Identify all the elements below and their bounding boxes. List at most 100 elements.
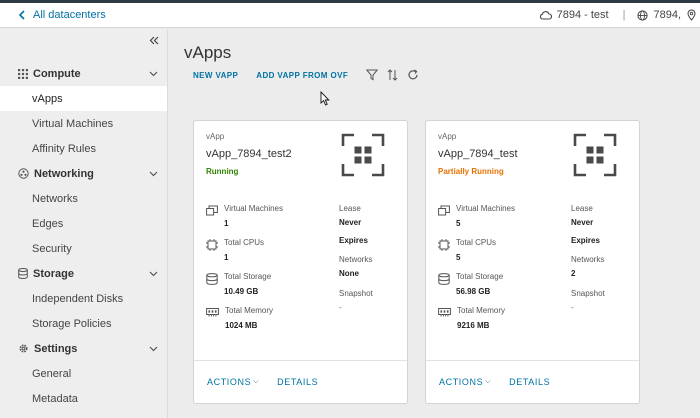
details-button[interactable]: DETAILS: [509, 377, 550, 387]
sidebar-item-networks[interactable]: Networks: [0, 186, 167, 211]
metric-total-memory: Total Memory 1024 MB: [206, 306, 273, 330]
sidebar-group-storage[interactable]: Storage: [0, 261, 167, 286]
refresh-icon: [408, 69, 418, 80]
location-pin-icon[interactable]: [687, 9, 696, 21]
filter-button[interactable]: [366, 69, 379, 81]
sidebar-group-compute[interactable]: Compute: [0, 61, 167, 86]
grid-icon: [18, 68, 28, 79]
toolbar: NEW VAPP ADD VAPP FROM OVF: [193, 67, 428, 83]
lease-value: Never: [571, 218, 594, 227]
org-selector[interactable]: 7894 - test: [539, 9, 609, 21]
sort-icon: [387, 69, 398, 81]
sidebar-item-general[interactable]: General: [0, 361, 167, 386]
main-content: vApps NEW VAPP ADD VAPP FROM OVF vApp vA…: [169, 29, 700, 418]
site-label: 7894,: [653, 9, 681, 21]
status-badge: Partially Running: [438, 167, 504, 176]
actions-dropdown[interactable]: ACTIONS ⌵: [207, 377, 259, 387]
lease-value: Never: [339, 218, 362, 227]
snapshot-label: Snapshot: [571, 289, 605, 298]
sidebar-item-security[interactable]: Security: [0, 236, 167, 261]
sort-button[interactable]: [387, 69, 398, 81]
networks-label: Networks: [339, 255, 373, 264]
collapse-sidebar-button[interactable]: [149, 33, 159, 48]
details-button[interactable]: DETAILS: [277, 377, 318, 387]
refresh-button[interactable]: [407, 69, 419, 81]
card-type: vApp: [206, 132, 225, 141]
metric-total-storage: Total Storage 10.49 GB: [206, 272, 271, 296]
snapshot-value: -: [571, 303, 574, 312]
metric-virtual-machines: Virtual Machines 1: [206, 204, 283, 228]
sidebar-item-virtual-machines[interactable]: Virtual Machines: [0, 111, 167, 136]
networks-value: 2: [571, 269, 576, 278]
storage-icon: [18, 268, 28, 279]
sidebar-item-independent-disks[interactable]: Independent Disks: [0, 286, 167, 311]
sidebar-group-settings[interactable]: Settings: [0, 336, 167, 361]
metric-total-storage: Total Storage 56.98 GB: [438, 272, 503, 296]
memory-icon: [206, 308, 219, 317]
chevron-left-icon: [18, 10, 25, 20]
sidebar-item-metadata[interactable]: Metadata: [0, 386, 167, 411]
double-chevron-left-icon: [149, 36, 159, 45]
org-label: 7894 - test: [556, 9, 609, 21]
metric-virtual-machines: Virtual Machines 5: [438, 204, 515, 228]
chevron-down-icon: [149, 271, 158, 276]
snapshot-label: Snapshot: [339, 289, 373, 298]
vapp-icon: [341, 133, 385, 177]
metric-total-cpus: Total CPUs 5: [438, 238, 496, 262]
storage-icon: [438, 273, 450, 285]
sidebar-item-storage-policies[interactable]: Storage Policies: [0, 311, 167, 336]
memory-icon: [438, 308, 451, 317]
expires-label: Expires: [571, 236, 600, 245]
filter-icon: [366, 69, 379, 81]
actions-dropdown[interactable]: ACTIONS ⌵: [439, 377, 491, 387]
back-to-datacenters-link[interactable]: All datacenters: [18, 9, 106, 21]
status-badge: Running: [206, 167, 239, 176]
metric-total-memory: Total Memory 9216 MB: [438, 306, 505, 330]
storage-icon: [206, 273, 218, 285]
chevron-down-icon: ⌵: [253, 378, 260, 385]
card-type: vApp: [438, 132, 457, 141]
chevron-down-icon: ⌵: [485, 378, 492, 385]
vapp-name: vApp_7894_test2: [206, 148, 292, 160]
new-vapp-button[interactable]: NEW VAPP: [193, 71, 238, 80]
sidebar-item-vapps[interactable]: vApps: [0, 86, 167, 111]
gear-icon: [19, 344, 28, 353]
lease-label: Lease: [571, 204, 593, 213]
snapshot-value: -: [339, 303, 342, 312]
card-footer: ACTIONS ⌵ DETAILS: [194, 360, 407, 403]
page-title: vApps: [184, 43, 232, 62]
networks-value: None: [339, 269, 359, 278]
networks-label: Networks: [571, 255, 605, 264]
cpu-icon: [438, 239, 450, 251]
metric-total-cpus: Total CPUs 1: [206, 238, 264, 262]
sidebar-nav: Compute vApps Virtual Machines Affinity …: [0, 61, 167, 411]
cloud-icon: [539, 11, 552, 20]
add-vapp-from-ovf-button[interactable]: ADD VAPP FROM OVF: [256, 71, 348, 80]
divider: |: [622, 9, 626, 21]
chevron-down-icon: [149, 171, 158, 176]
top-bar: All datacenters 7894 - test | 7894,: [0, 3, 700, 28]
sidebar-group-label: Storage: [33, 267, 74, 280]
vapp-name: vApp_7894_test: [438, 148, 518, 160]
expires-label: Expires: [339, 236, 368, 245]
sidebar: Compute vApps Virtual Machines Affinity …: [0, 29, 168, 418]
globe-icon: [637, 9, 649, 21]
sidebar-group-label: Compute: [33, 67, 81, 80]
sidebar-group-label: Settings: [34, 342, 78, 355]
vapp-icon: [573, 133, 617, 177]
network-icon: [18, 168, 29, 179]
chevron-down-icon: [149, 346, 158, 351]
cpu-icon: [206, 239, 218, 251]
back-label: All datacenters: [33, 9, 106, 21]
site-selector[interactable]: 7894,: [637, 9, 681, 21]
sidebar-item-affinity-rules[interactable]: Affinity Rules: [0, 136, 167, 161]
mouse-cursor-icon: [320, 91, 330, 106]
vapp-card[interactable]: vApp vApp_7894_test Partially Running Vi…: [425, 120, 640, 404]
vm-icon: [206, 205, 218, 216]
lease-label: Lease: [339, 204, 361, 213]
card-footer: ACTIONS ⌵ DETAILS: [426, 360, 639, 403]
sidebar-group-networking[interactable]: Networking: [0, 161, 167, 186]
vapp-card[interactable]: vApp vApp_7894_test2 Running Virtual Mac…: [193, 120, 408, 404]
sidebar-item-edges[interactable]: Edges: [0, 211, 167, 236]
chevron-down-icon: [149, 71, 158, 76]
